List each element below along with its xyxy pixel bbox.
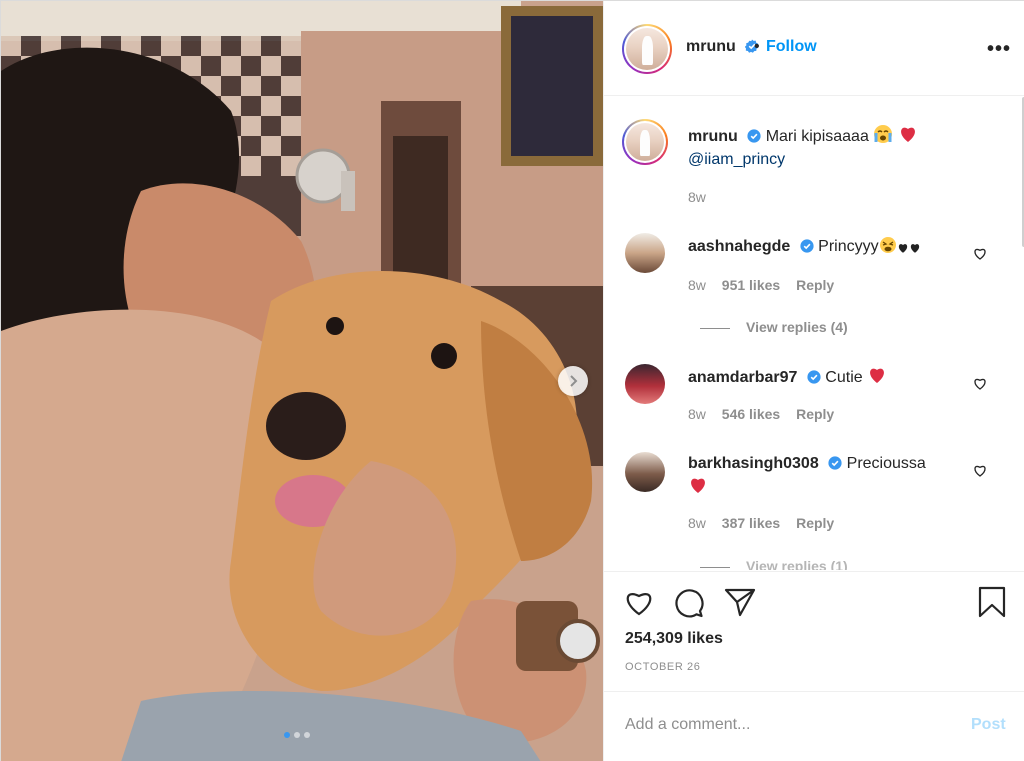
- header-separator: •: [754, 38, 760, 55]
- caption-text-block: mrunu Mari kipisaaaa @iiam_princy: [688, 124, 1008, 171]
- caption-mention-link[interactable]: @iiam_princy: [688, 151, 785, 168]
- author-username[interactable]: mrunu: [686, 38, 736, 55]
- comment-meta: 8w 951 likes Reply: [688, 277, 846, 293]
- view-replies-button[interactable]: View replies (4): [700, 319, 848, 335]
- comment-likes[interactable]: 546 likes: [722, 406, 780, 422]
- more-options-icon[interactable]: •••: [987, 39, 1011, 59]
- comment-time[interactable]: 8w: [688, 277, 706, 293]
- follow-button[interactable]: Follow: [766, 38, 817, 56]
- caption-meta: 8w: [688, 189, 718, 205]
- red-heart-icon: [870, 368, 885, 383]
- author-avatar[interactable]: [622, 24, 672, 74]
- comment-time[interactable]: 8w: [688, 406, 706, 422]
- heart-icon[interactable]: [624, 588, 654, 616]
- commenter-avatar[interactable]: [625, 364, 665, 404]
- avatar-photo: [626, 123, 664, 161]
- add-comment-bar: Post: [604, 691, 1024, 761]
- crying-face-icon: [874, 125, 893, 143]
- like-comment-heart-icon[interactable]: [972, 375, 988, 391]
- comment-reply-button[interactable]: Reply: [796, 406, 834, 422]
- verified-badge-icon: [828, 456, 842, 470]
- next-slide-button[interactable]: [558, 366, 588, 396]
- like-comment-heart-icon[interactable]: [972, 245, 988, 261]
- comment-likes[interactable]: 387 likes: [722, 515, 780, 531]
- view-replies-button[interactable]: View replies (1): [700, 558, 848, 570]
- post-header: mrunu • Follow •••: [604, 1, 1024, 96]
- post-side-panel: mrunu • Follow ••• mrunu Mari kipisaaaa …: [603, 1, 1024, 761]
- comment-time[interactable]: 8w: [688, 515, 706, 531]
- author-name-block: mrunu: [686, 38, 759, 56]
- post-photo[interactable]: [1, 1, 603, 761]
- comment-username[interactable]: barkhasingh0308: [688, 455, 819, 472]
- commenter-avatar[interactable]: [625, 233, 665, 273]
- comment-message: Princyyy: [818, 238, 879, 255]
- caption-message: Mari kipisaaaa: [765, 128, 869, 145]
- photo-scene: [1, 1, 603, 761]
- carousel-dot: [294, 732, 300, 738]
- like-comment-heart-icon[interactable]: [972, 462, 988, 478]
- tired-face-icon: [879, 237, 896, 253]
- black-heart-icon: [910, 244, 919, 253]
- comment-username[interactable]: aashnahegde: [688, 238, 790, 255]
- share-icon[interactable]: [724, 587, 756, 617]
- comment-icon[interactable]: [674, 588, 704, 618]
- post-comment-button[interactable]: Post: [971, 716, 1006, 734]
- caption-time[interactable]: 8w: [688, 189, 706, 205]
- post-actions: 254,309 likes OCTOBER 26: [604, 571, 1024, 691]
- comment-reply-button[interactable]: Reply: [796, 277, 834, 293]
- post-dialog: mrunu • Follow ••• mrunu Mari kipisaaaa …: [0, 0, 1024, 761]
- red-heart-icon: [691, 478, 705, 493]
- red-heart-icon: [900, 127, 915, 142]
- comment-meta: 8w 546 likes Reply: [688, 406, 846, 422]
- caption-avatar[interactable]: [622, 119, 668, 165]
- verified-badge-icon: [800, 239, 814, 253]
- commenter-avatar[interactable]: [625, 452, 665, 492]
- comments-list[interactable]: mrunu Mari kipisaaaa @iiam_princy 8w aas…: [604, 97, 1024, 570]
- avatar-photo: [626, 28, 668, 70]
- comment-text-block: barkhasingh0308 Precioussa: [688, 452, 968, 499]
- caption-username[interactable]: mrunu: [688, 128, 738, 145]
- chevron-right-icon: [570, 375, 578, 387]
- verified-badge-icon: [807, 370, 821, 384]
- comment-message: Precioussa: [846, 455, 926, 472]
- comment-text-block: anamdarbar97 Cutie: [688, 365, 968, 389]
- comment-meta: 8w 387 likes Reply: [688, 515, 846, 531]
- comment-text-block: aashnahegde Princyyy: [688, 235, 968, 258]
- carousel-dot: [284, 732, 290, 738]
- comment-message: Cutie: [825, 369, 863, 386]
- comment-username[interactable]: anamdarbar97: [688, 369, 797, 386]
- comment-input[interactable]: [625, 712, 945, 738]
- bookmark-icon[interactable]: [978, 586, 1006, 618]
- like-count[interactable]: 254,309 likes: [625, 630, 723, 648]
- verified-badge-icon: [747, 129, 761, 143]
- comment-reply-button[interactable]: Reply: [796, 515, 834, 531]
- post-date[interactable]: OCTOBER 26: [625, 661, 701, 673]
- carousel-dots: [284, 732, 310, 738]
- carousel-dot: [304, 732, 310, 738]
- black-heart-icon: [898, 244, 907, 253]
- comment-likes[interactable]: 951 likes: [722, 277, 780, 293]
